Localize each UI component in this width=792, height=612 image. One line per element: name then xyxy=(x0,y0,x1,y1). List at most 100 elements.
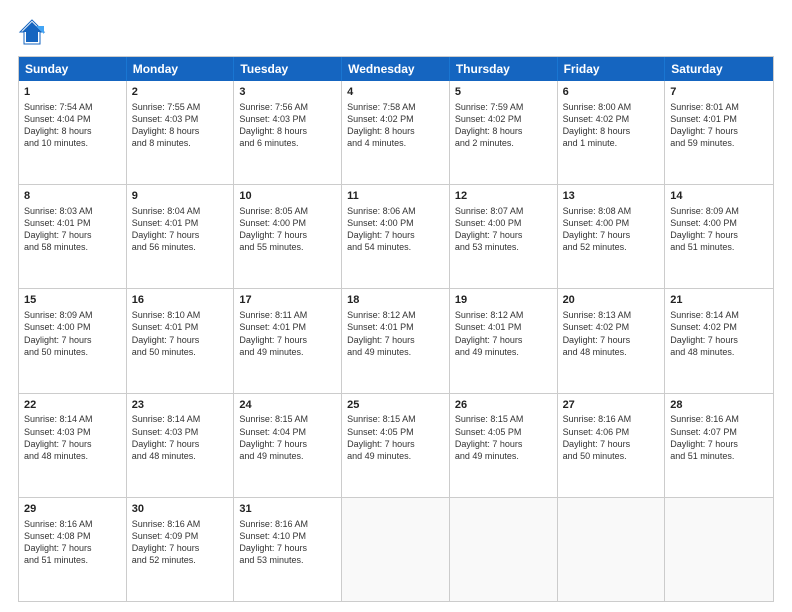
cell-line: Sunset: 4:09 PM xyxy=(132,530,229,542)
cell-line: Daylight: 7 hours xyxy=(239,438,336,450)
header-day-sunday: Sunday xyxy=(19,57,127,81)
cell-line: Sunrise: 8:14 AM xyxy=(132,413,229,425)
cell-line: Daylight: 7 hours xyxy=(24,438,121,450)
cell-line: Sunrise: 8:04 AM xyxy=(132,205,229,217)
cell-line: Sunrise: 8:15 AM xyxy=(239,413,336,425)
day-number: 24 xyxy=(239,398,336,413)
cell-line: Sunset: 4:05 PM xyxy=(347,426,444,438)
cell-line: Daylight: 7 hours xyxy=(132,542,229,554)
day-cell-11: 11Sunrise: 8:06 AMSunset: 4:00 PMDayligh… xyxy=(342,185,450,288)
cell-line: Sunrise: 8:07 AM xyxy=(455,205,552,217)
cell-line: Sunrise: 8:16 AM xyxy=(24,518,121,530)
cell-line: and 53 minutes. xyxy=(239,554,336,566)
cell-line: Sunset: 4:01 PM xyxy=(670,113,768,125)
cell-line: Daylight: 7 hours xyxy=(239,334,336,346)
day-cell-27: 27Sunrise: 8:16 AMSunset: 4:06 PMDayligh… xyxy=(558,394,666,497)
day-number: 26 xyxy=(455,398,552,413)
cell-line: and 53 minutes. xyxy=(455,241,552,253)
cell-line: Sunrise: 8:16 AM xyxy=(670,413,768,425)
cell-line: and 48 minutes. xyxy=(24,450,121,462)
day-number: 13 xyxy=(563,189,660,204)
cell-line: Sunrise: 8:08 AM xyxy=(563,205,660,217)
day-cell-16: 16Sunrise: 8:10 AMSunset: 4:01 PMDayligh… xyxy=(127,289,235,392)
day-cell-2: 2Sunrise: 7:55 AMSunset: 4:03 PMDaylight… xyxy=(127,81,235,184)
cell-line: Sunset: 4:04 PM xyxy=(24,113,121,125)
cell-line: Sunrise: 8:15 AM xyxy=(347,413,444,425)
cell-line: and 54 minutes. xyxy=(347,241,444,253)
cell-line: Sunset: 4:01 PM xyxy=(347,321,444,333)
cell-line: Daylight: 7 hours xyxy=(132,229,229,241)
day-number: 9 xyxy=(132,189,229,204)
day-number: 25 xyxy=(347,398,444,413)
calendar: SundayMondayTuesdayWednesdayThursdayFrid… xyxy=(18,56,774,602)
day-number: 20 xyxy=(563,293,660,308)
cell-line: Sunrise: 8:13 AM xyxy=(563,309,660,321)
cell-line: and 49 minutes. xyxy=(455,346,552,358)
day-cell-7: 7Sunrise: 8:01 AMSunset: 4:01 PMDaylight… xyxy=(665,81,773,184)
cell-line: Daylight: 7 hours xyxy=(563,229,660,241)
day-number: 10 xyxy=(239,189,336,204)
calendar-row-2: 8Sunrise: 8:03 AMSunset: 4:01 PMDaylight… xyxy=(19,184,773,288)
page: SundayMondayTuesdayWednesdayThursdayFrid… xyxy=(0,0,792,612)
cell-line: Sunset: 4:07 PM xyxy=(670,426,768,438)
day-number: 29 xyxy=(24,502,121,517)
day-number: 14 xyxy=(670,189,768,204)
day-cell-20: 20Sunrise: 8:13 AMSunset: 4:02 PMDayligh… xyxy=(558,289,666,392)
cell-line: Daylight: 8 hours xyxy=(239,125,336,137)
cell-line: Sunrise: 8:00 AM xyxy=(563,101,660,113)
cell-line: Sunset: 4:02 PM xyxy=(563,321,660,333)
cell-line: Daylight: 7 hours xyxy=(347,438,444,450)
cell-line: Sunset: 4:00 PM xyxy=(24,321,121,333)
cell-line: Sunrise: 7:59 AM xyxy=(455,101,552,113)
day-cell-31: 31Sunrise: 8:16 AMSunset: 4:10 PMDayligh… xyxy=(234,498,342,601)
cell-line: Daylight: 7 hours xyxy=(347,334,444,346)
header xyxy=(18,18,774,46)
cell-line: and 51 minutes. xyxy=(670,241,768,253)
cell-line: Daylight: 7 hours xyxy=(670,125,768,137)
cell-line: and 49 minutes. xyxy=(239,450,336,462)
cell-line: Sunrise: 8:16 AM xyxy=(132,518,229,530)
logo xyxy=(18,18,50,46)
day-cell-25: 25Sunrise: 8:15 AMSunset: 4:05 PMDayligh… xyxy=(342,394,450,497)
cell-line: Sunset: 4:03 PM xyxy=(239,113,336,125)
cell-line: Sunset: 4:02 PM xyxy=(455,113,552,125)
day-number: 5 xyxy=(455,85,552,100)
calendar-header: SundayMondayTuesdayWednesdayThursdayFrid… xyxy=(19,57,773,81)
day-cell-14: 14Sunrise: 8:09 AMSunset: 4:00 PMDayligh… xyxy=(665,185,773,288)
cell-line: and 56 minutes. xyxy=(132,241,229,253)
day-number: 28 xyxy=(670,398,768,413)
day-number: 23 xyxy=(132,398,229,413)
empty-cell xyxy=(450,498,558,601)
cell-line: Sunset: 4:06 PM xyxy=(563,426,660,438)
cell-line: Sunset: 4:02 PM xyxy=(670,321,768,333)
cell-line: Sunset: 4:03 PM xyxy=(132,426,229,438)
cell-line: Sunset: 4:03 PM xyxy=(24,426,121,438)
day-number: 30 xyxy=(132,502,229,517)
logo-icon xyxy=(18,18,46,46)
cell-line: and 48 minutes. xyxy=(132,450,229,462)
cell-line: Daylight: 8 hours xyxy=(563,125,660,137)
day-cell-30: 30Sunrise: 8:16 AMSunset: 4:09 PMDayligh… xyxy=(127,498,235,601)
cell-line: and 58 minutes. xyxy=(24,241,121,253)
cell-line: and 49 minutes. xyxy=(347,346,444,358)
day-cell-10: 10Sunrise: 8:05 AMSunset: 4:00 PMDayligh… xyxy=(234,185,342,288)
header-day-thursday: Thursday xyxy=(450,57,558,81)
cell-line: Sunrise: 8:16 AM xyxy=(239,518,336,530)
day-number: 2 xyxy=(132,85,229,100)
day-number: 16 xyxy=(132,293,229,308)
cell-line: Sunset: 4:01 PM xyxy=(24,217,121,229)
cell-line: Sunrise: 8:12 AM xyxy=(455,309,552,321)
cell-line: Sunset: 4:00 PM xyxy=(347,217,444,229)
day-cell-1: 1Sunrise: 7:54 AMSunset: 4:04 PMDaylight… xyxy=(19,81,127,184)
cell-line: Daylight: 7 hours xyxy=(24,334,121,346)
cell-line: Sunset: 4:00 PM xyxy=(670,217,768,229)
day-number: 15 xyxy=(24,293,121,308)
cell-line: Daylight: 7 hours xyxy=(563,334,660,346)
day-cell-6: 6Sunrise: 8:00 AMSunset: 4:02 PMDaylight… xyxy=(558,81,666,184)
cell-line: and 50 minutes. xyxy=(24,346,121,358)
cell-line: Daylight: 7 hours xyxy=(455,334,552,346)
cell-line: Sunset: 4:00 PM xyxy=(563,217,660,229)
day-number: 21 xyxy=(670,293,768,308)
day-number: 3 xyxy=(239,85,336,100)
cell-line: and 4 minutes. xyxy=(347,137,444,149)
